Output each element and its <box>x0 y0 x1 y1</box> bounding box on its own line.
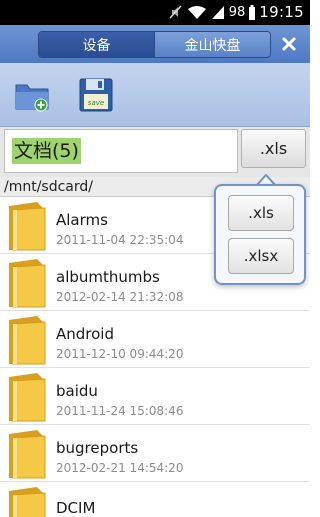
save-button[interactable]: save <box>76 75 116 115</box>
file-date: 2011-11-04 22:35:04 <box>56 233 184 247</box>
new-folder-button[interactable] <box>12 75 52 115</box>
file-date: 2012-02-14 21:32:08 <box>56 290 184 304</box>
mute-icon <box>169 5 182 19</box>
file-name: DCIM <box>56 499 96 517</box>
wifi-icon <box>187 5 206 19</box>
close-icon <box>281 36 297 52</box>
tab-device[interactable]: 设备 <box>39 32 154 57</box>
folder-icon <box>9 316 46 365</box>
file-name: albumthumbs <box>56 268 160 286</box>
file-name: Android <box>56 325 114 343</box>
extension-popup: .xls .xlsx <box>214 184 306 285</box>
file-name: baidu <box>56 382 98 400</box>
new-folder-icon <box>15 84 49 112</box>
tab-kuaipan[interactable]: 金山快盘 <box>154 32 270 57</box>
battery-level: 98 <box>228 4 246 20</box>
close-button[interactable] <box>277 31 301 57</box>
file-date: 2011-11-24 15:08:46 <box>56 404 184 418</box>
folder-icon <box>9 259 46 308</box>
folder-icon <box>9 373 46 422</box>
folder-icon <box>9 487 46 517</box>
list-item[interactable]: baidu 2011-11-24 15:08:46 <box>0 368 310 425</box>
status-icons: 98 19:15 <box>169 3 304 21</box>
location-tabs: 设备 金山快盘 <box>38 31 271 58</box>
extension-option-xls[interactable]: .xls <box>228 195 294 231</box>
signal-icon <box>211 5 224 19</box>
search-text: 文档(5) <box>12 138 81 164</box>
extension-option-xlsx[interactable]: .xlsx <box>228 238 294 274</box>
folder-icon <box>9 430 46 479</box>
folder-icon <box>9 202 46 251</box>
save-icon: save <box>79 78 113 112</box>
file-date: 2012-02-21 14:54:20 <box>56 461 184 475</box>
file-name: bugreports <box>56 439 139 457</box>
extension-button[interactable]: .xls <box>241 129 306 168</box>
status-bar: 98 19:15 <box>0 0 310 25</box>
search-input[interactable]: 文档(5) <box>4 129 238 173</box>
list-item[interactable]: DCIM <box>0 482 310 517</box>
clock: 19:15 <box>259 3 304 21</box>
list-item[interactable]: bugreports 2012-02-21 14:54:20 <box>0 425 310 482</box>
battery-icon <box>249 4 256 20</box>
save-badge: save <box>88 99 104 107</box>
file-name: Alarms <box>56 211 108 229</box>
list-item[interactable]: Android 2011-12-10 09:44:20 <box>0 311 310 368</box>
title-bar: 设备 金山快盘 <box>0 25 310 63</box>
file-date: 2011-12-10 09:44:20 <box>56 347 184 361</box>
toolbar: save <box>0 63 310 127</box>
filter-row: 文档(5) .xls <box>0 127 310 177</box>
